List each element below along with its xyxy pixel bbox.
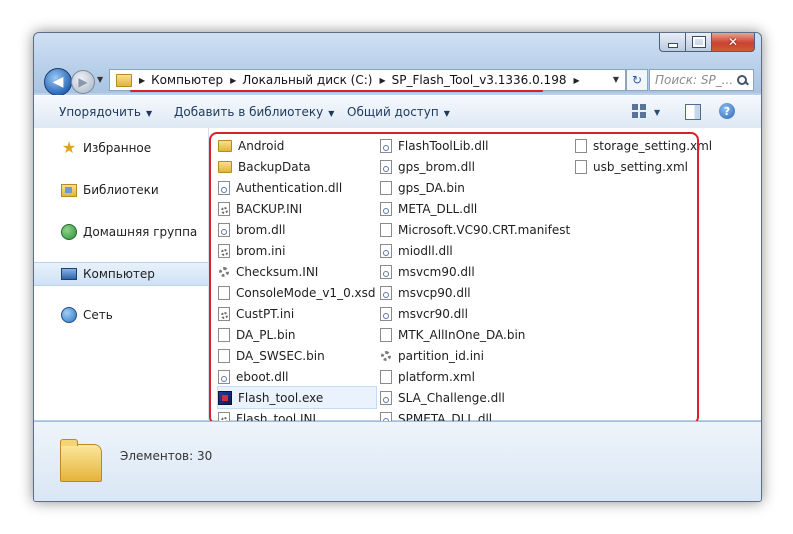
command-bar: Упорядочить ▼ Добавить в библиотеку ▼ Общи… [34,95,761,129]
share-label: Общий доступ [347,105,439,119]
maximize-icon [691,36,706,48]
sidebar-item-label: Избранное [83,141,152,155]
preview-pane-icon[interactable] [685,104,701,120]
breadcrumb-current-folder[interactable]: SP_Flash_Tool_v3.1336.0.198 [392,73,567,87]
details-pane: Элементов: 30 [34,421,761,501]
share-button[interactable]: Общий доступ ▼ [347,105,450,119]
help-icon[interactable]: ? [719,103,735,119]
library-icon [61,182,77,198]
item-count: Элементов: 30 [120,449,213,463]
sidebar-item-homegroup[interactable]: Домашняя группа [34,221,208,243]
folder-icon [116,73,132,87]
refresh-button[interactable]: ↻ [626,69,648,91]
sidebar-item-computer[interactable]: Компьютер [34,262,208,286]
breadcrumb-separator[interactable]: ▶ [379,76,385,85]
window-controls: ✕ [659,33,755,52]
navigation-pane: ★ Избранное Библиотеки Домашняя группа К… [34,128,209,420]
close-icon: ✕ [727,35,739,49]
breadcrumb-computer[interactable]: Компьютер [151,73,223,87]
address-dropdown-icon[interactable]: ▼ [613,75,619,84]
address-bar[interactable]: ▶ Компьютер ▶ Локальный диск (C:) ▶ SP_F… [109,69,626,91]
forward-arrow-icon: ▶ [78,75,88,89]
change-view-icon[interactable] [632,104,646,118]
sidebar-item-network[interactable]: Сеть [34,304,208,326]
search-input[interactable]: Поиск: SP_... [649,69,754,91]
star-icon: ★ [61,138,77,157]
close-button[interactable]: ✕ [712,33,755,52]
maximize-button[interactable] [686,33,712,52]
sidebar-item-libraries[interactable]: Библиотеки [34,179,208,201]
breadcrumb-local-disk[interactable]: Локальный диск (C:) [242,73,372,87]
refresh-icon: ↻ [631,73,643,87]
add-to-library-label: Добавить в библиотеку [174,105,324,119]
sidebar-item-label: Библиотеки [83,183,159,197]
explorer-window: ✕ ◀ ▶ ▼ ▶ Компьютер ▶ Локальный диск (C:… [33,32,762,502]
highlight-underline [130,90,543,92]
breadcrumb-separator[interactable]: ▶ [573,76,579,85]
add-to-library-button[interactable]: Добавить в библиотеку ▼ [174,105,334,119]
sidebar-item-label: Домашняя группа [83,225,198,239]
organize-label: Упорядочить [59,105,141,119]
search-icon [737,74,748,86]
minimize-icon [667,42,678,48]
chevron-down-icon: ▼ [328,109,335,118]
folder-icon [60,439,102,482]
breadcrumb-separator[interactable]: ▶ [230,76,236,85]
chevron-down-icon: ▼ [443,109,450,118]
sidebar-item-favorites[interactable]: ★ Избранное [34,137,208,159]
recent-pages-dropdown[interactable]: ▼ [97,75,103,84]
computer-icon [61,266,77,282]
chevron-down-icon: ▼ [145,109,153,118]
organize-button[interactable]: Упорядочить ▼ [59,105,152,119]
highlight-box [209,132,699,425]
homegroup-icon [61,224,77,240]
network-icon [61,307,77,323]
back-arrow-icon: ◀ [52,74,64,90]
sidebar-item-label: Компьютер [83,267,155,281]
minimize-button[interactable] [659,33,686,52]
search-placeholder: Поиск: SP_... [655,73,734,87]
breadcrumb-separator[interactable]: ▶ [139,76,145,85]
sidebar-item-label: Сеть [83,308,113,322]
forward-button[interactable]: ▶ [71,70,95,94]
view-dropdown-icon[interactable]: ▼ [654,108,660,122]
back-button[interactable]: ◀ [44,68,72,96]
